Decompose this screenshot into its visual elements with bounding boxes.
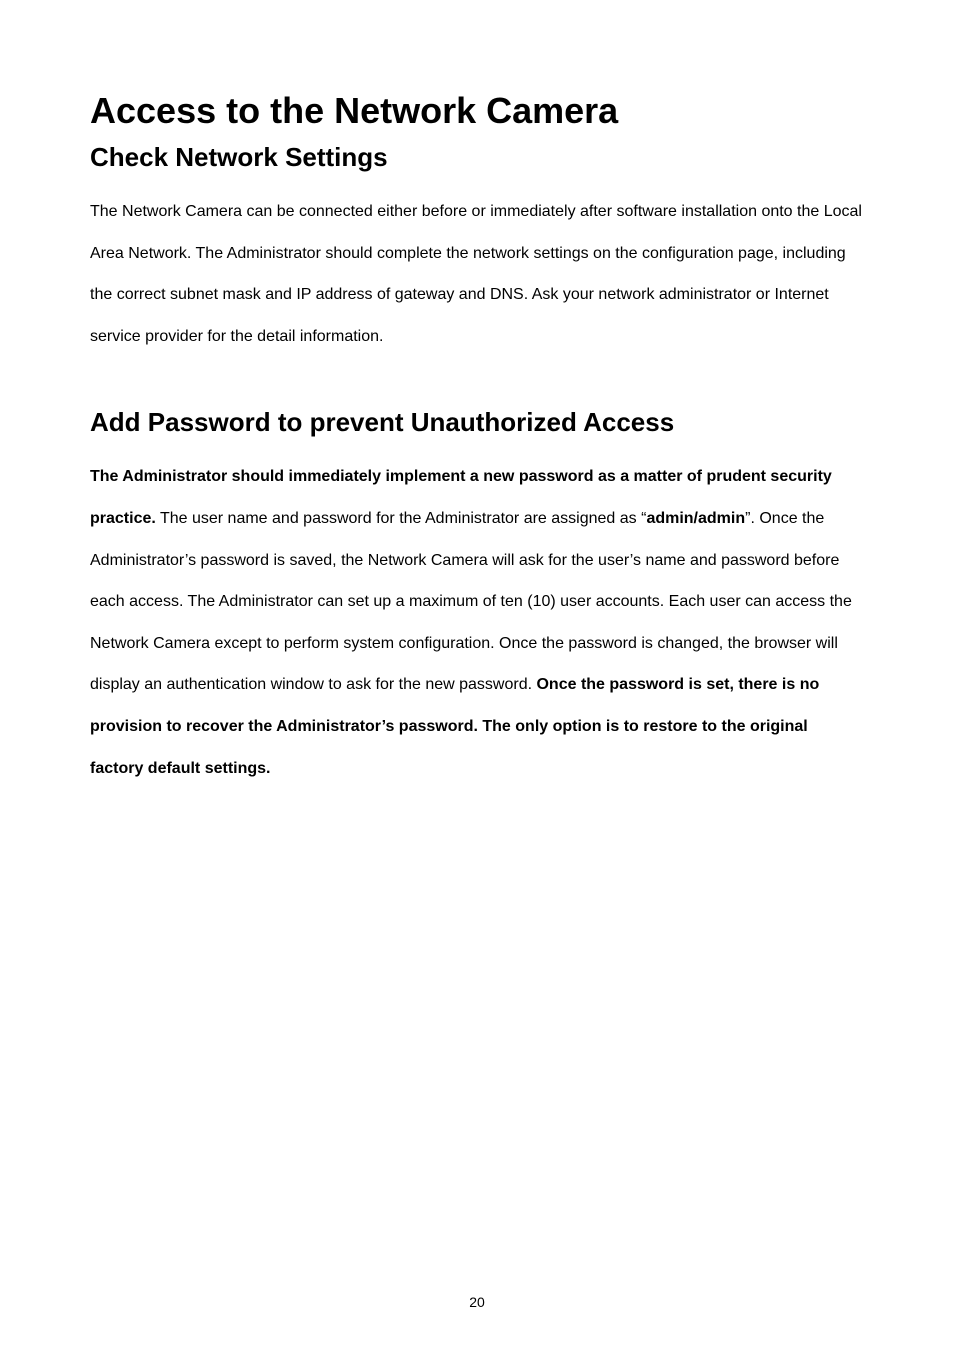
page-container: Access to the Network Camera Check Netwo… — [0, 0, 954, 1350]
subheading-add-password: Add Password to prevent Unauthorized Acc… — [90, 407, 864, 438]
paragraph-add-password: The Administrator should immediately imp… — [90, 456, 864, 789]
text-bold-2: admin/admin — [646, 510, 745, 527]
page-number: 20 — [0, 1294, 954, 1310]
paragraph-check-network: The Network Camera can be connected eith… — [90, 191, 864, 357]
text-1: The user name and password for the Admin… — [156, 510, 647, 527]
text-2: ”. Once the Administrator’s password is … — [90, 510, 852, 693]
page-title: Access to the Network Camera — [90, 90, 864, 132]
subheading-check-network: Check Network Settings — [90, 142, 864, 173]
